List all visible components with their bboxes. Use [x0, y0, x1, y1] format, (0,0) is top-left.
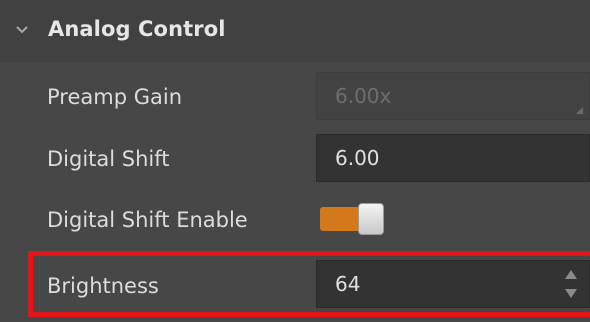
digital-shift-enable-toggle[interactable] — [320, 203, 384, 235]
preamp-gain-label: Preamp Gain — [47, 85, 183, 109]
section-header-analog-control[interactable]: Analog Control — [0, 0, 590, 62]
toggle-knob — [358, 203, 384, 235]
digital-shift-input[interactable]: 6.00 — [316, 134, 590, 182]
brightness-highlight-box — [28, 251, 590, 317]
property-row-digital-shift-enable: Digital Shift Enable — [0, 194, 590, 244]
preamp-gain-value: 6.00x — [335, 84, 392, 108]
chevron-down-icon[interactable] — [14, 22, 30, 38]
property-row-digital-shift: Digital Shift 6.00 — [0, 134, 590, 184]
resize-grip-icon — [576, 107, 583, 114]
property-row-preamp-gain: Preamp Gain 6.00x — [0, 72, 590, 122]
preamp-gain-field: 6.00x — [316, 72, 590, 120]
digital-shift-label: Digital Shift — [47, 147, 170, 171]
section-title: Analog Control — [48, 17, 226, 41]
digital-shift-enable-label: Digital Shift Enable — [47, 208, 248, 232]
digital-shift-value: 6.00 — [335, 146, 380, 170]
property-panel: Analog Control Preamp Gain 6.00x Digital… — [0, 0, 590, 322]
